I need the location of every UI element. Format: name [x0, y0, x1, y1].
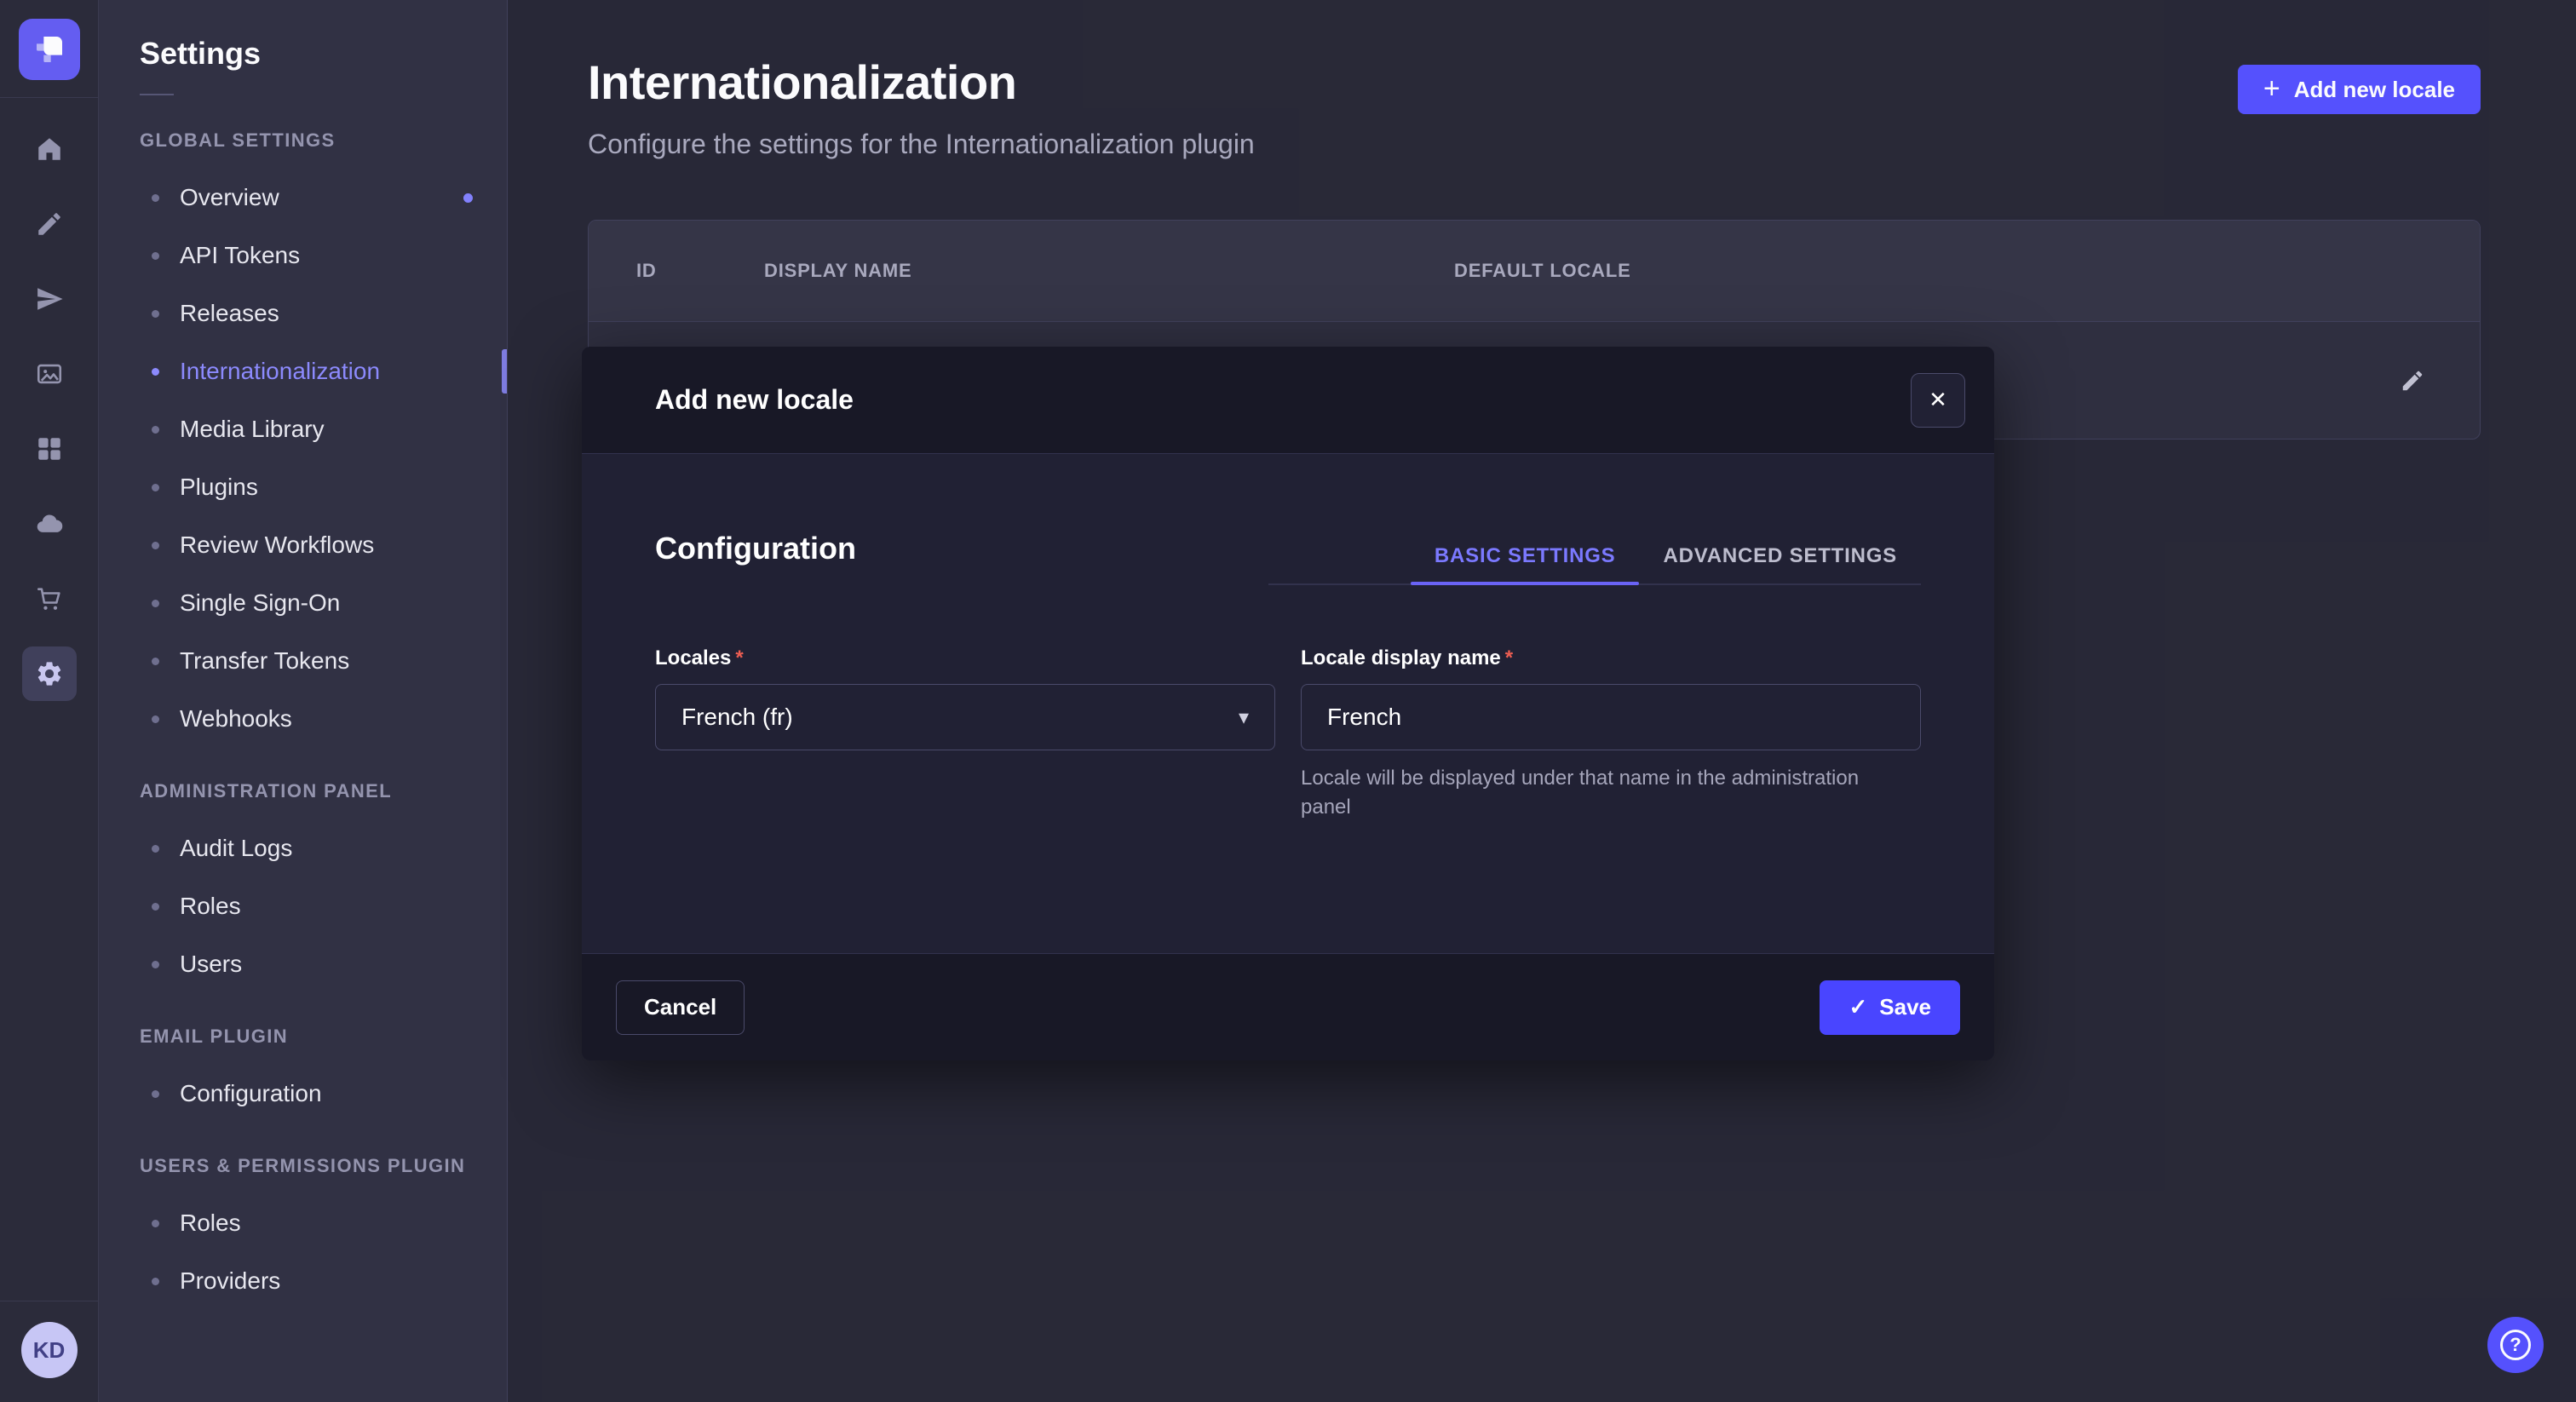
display-name-label-text: Locale display name [1301, 646, 1501, 670]
modal-tabs: BASIC SETTINGSADVANCED SETTINGS [1268, 529, 1921, 585]
configuration-title: Configuration [655, 531, 856, 566]
display-name-field: Locale display name* Locale will be disp… [1301, 646, 1921, 821]
locales-select-value: French (fr) [681, 704, 793, 731]
save-button-label: Save [1879, 994, 1931, 1020]
required-asterisk: * [1505, 646, 1513, 670]
display-name-label: Locale display name* [1301, 646, 1921, 670]
add-locale-modal: Add new locale ✕ Configuration BASIC SET… [582, 347, 1994, 1060]
tab-basic-settings[interactable]: BASIC SETTINGS [1411, 529, 1640, 583]
locales-label: Locales* [655, 646, 1275, 670]
modal-body: Configuration BASIC SETTINGSADVANCED SET… [582, 454, 1994, 953]
locales-select[interactable]: French (fr) ▾ [655, 684, 1275, 750]
locales-label-text: Locales [655, 646, 731, 670]
configuration-row: Configuration BASIC SETTINGSADVANCED SET… [655, 529, 1921, 585]
locale-form: Locales* French (fr) ▾ Locale display na… [655, 646, 1921, 821]
save-button[interactable]: ✓ Save [1820, 980, 1960, 1035]
tab-advanced-settings[interactable]: ADVANCED SETTINGS [1639, 529, 1921, 583]
required-asterisk: * [735, 646, 743, 670]
display-name-input[interactable] [1301, 684, 1921, 750]
close-modal-button[interactable]: ✕ [1911, 373, 1965, 428]
app-root: { "colors": { "primary": "#4945ff", "pri… [0, 0, 2576, 1402]
cancel-button[interactable]: Cancel [616, 980, 745, 1035]
chevron-down-icon: ▾ [1239, 705, 1249, 730]
check-icon: ✓ [1849, 994, 1867, 1020]
modal-footer: Cancel ✓ Save [582, 953, 1994, 1060]
display-name-hint: Locale will be displayed under that name… [1301, 764, 1897, 821]
modal-header: Add new locale ✕ [582, 347, 1994, 454]
modal-title: Add new locale [655, 384, 854, 416]
locales-field: Locales* French (fr) ▾ [655, 646, 1275, 821]
close-icon: ✕ [1929, 387, 1947, 413]
